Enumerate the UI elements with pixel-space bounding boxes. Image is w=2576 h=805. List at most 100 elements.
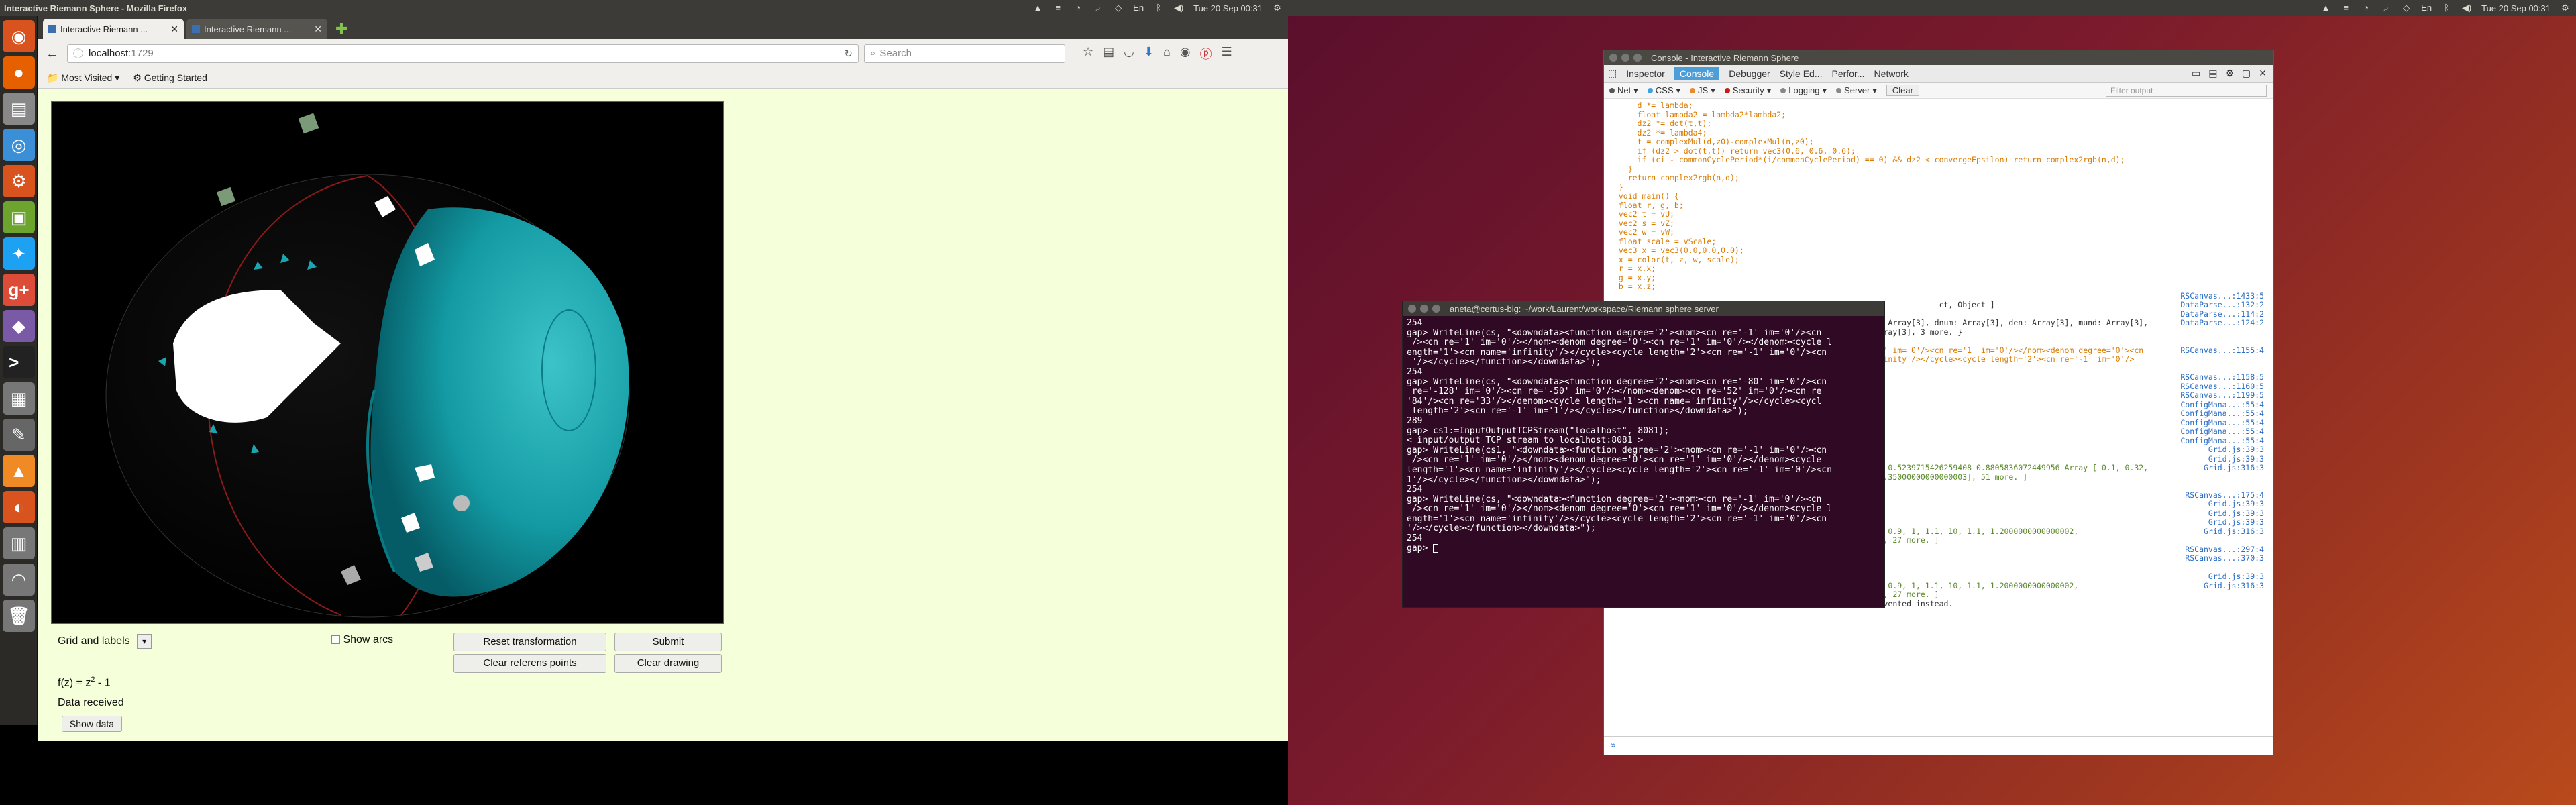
reading-list-icon[interactable]: ▤ (1103, 45, 1114, 62)
search-icon[interactable]: ⌕ (2381, 3, 2392, 13)
vlc-icon[interactable]: ▲ (2320, 3, 2331, 13)
twitter-icon[interactable]: ✦ (3, 237, 35, 270)
filter-js[interactable]: JS ▾ (1690, 85, 1715, 96)
console-source-link[interactable]: RSCanvas...:1155:4 (2180, 345, 2264, 356)
download-icon[interactable]: ⬇ (1144, 45, 1154, 62)
console-input[interactable]: » (1604, 736, 2273, 755)
files-icon[interactable]: ▤ (3, 93, 35, 125)
close-icon[interactable]: ✕ (2259, 68, 2267, 79)
dropbox-icon[interactable]: ◇ (2401, 3, 2412, 13)
chat-icon[interactable]: ◉ (1180, 45, 1191, 62)
console-source-link[interactable]: RSCanvas...:297:4 (2185, 545, 2264, 555)
submit-button[interactable]: Submit (614, 633, 722, 651)
ubuntu-one-icon[interactable]: ◐ (3, 491, 35, 523)
wifi-icon[interactable]: ◔ (2361, 3, 2371, 13)
clear-drawing-button[interactable]: Clear drawing (614, 654, 722, 673)
maximize-icon[interactable] (1432, 305, 1440, 313)
close-icon[interactable] (1408, 305, 1416, 313)
minimize-icon[interactable] (1621, 54, 1629, 62)
power-icon[interactable]: ⚙ (2560, 3, 2571, 13)
settings-icon[interactable]: ⚙ (2225, 68, 2234, 79)
tab-performance[interactable]: Perfor... (1832, 68, 1865, 79)
terminal-body[interactable]: 254 gap> WriteLine(cs, "<downdata><functi… (1403, 316, 1884, 556)
firefox-icon[interactable]: ● (3, 56, 35, 89)
dropbox-icon[interactable]: ◇ (1113, 3, 1124, 13)
show-data-button[interactable]: Show data (62, 716, 122, 732)
vlc-icon[interactable]: ▲ (1032, 3, 1043, 13)
filter-output-input[interactable]: Filter output (2106, 84, 2267, 97)
console-source-link[interactable]: RSCanvas...:1199:5 (2180, 390, 2264, 400)
tab-style-editor[interactable]: Style Ed... (1780, 68, 1823, 79)
grid-labels-select[interactable]: Grid and labels ▾ (58, 634, 152, 649)
console-source-link[interactable]: Grid.js:39:3 (2208, 445, 2264, 455)
tab-riemann-2[interactable]: Interactive Riemann ... ✕ (186, 19, 327, 39)
search-input[interactable]: ⌕ Search (864, 44, 1065, 63)
clock[interactable]: Tue 20 Sep 00:31 (2481, 3, 2551, 13)
home-icon[interactable]: ⌂ (1163, 45, 1171, 62)
text-editor-icon[interactable]: ✎ (3, 419, 35, 451)
console-source-link[interactable]: RSCanvas...:370:3 (2185, 553, 2264, 564)
google-plus-icon[interactable]: g+ (3, 274, 35, 306)
maximize-icon[interactable] (1633, 54, 1642, 62)
console-source-link[interactable]: DataParse...:114:2 (2180, 309, 2264, 319)
tab-debugger[interactable]: Debugger (1729, 68, 1770, 79)
bookmark-getting-started[interactable]: ⚙ Getting Started (133, 72, 207, 84)
chromium-icon[interactable]: ◎ (3, 129, 35, 161)
tab-riemann-1[interactable]: Interactive Riemann ... ✕ (43, 19, 184, 39)
minimize-icon[interactable] (1420, 305, 1428, 313)
riemann-sphere-canvas[interactable] (51, 101, 724, 624)
console-source-link[interactable]: ConfigMana...:55:4 (2180, 436, 2264, 446)
hamburger-menu-icon[interactable]: ☰ (1222, 45, 1232, 62)
new-tab-icon[interactable]: ✚ (330, 19, 353, 39)
volume-icon[interactable]: ◀) (1173, 3, 1184, 13)
network-icon[interactable]: ◠ (3, 564, 35, 596)
clear-button[interactable]: Clear (1886, 85, 1919, 96)
terminal-icon[interactable]: >_ (3, 346, 35, 378)
console-source-link[interactable]: Grid.js:39:3 (2208, 572, 2264, 582)
tab-console[interactable]: Console (1674, 66, 1720, 80)
console-source-link[interactable]: RSCanvas...:1433:5 (2180, 291, 2264, 301)
wifi-icon[interactable]: ◔ (1073, 3, 1083, 13)
info-icon[interactable]: ⓘ (73, 46, 83, 60)
filter-security[interactable]: Security ▾ (1724, 85, 1771, 96)
close-icon[interactable] (1609, 54, 1617, 62)
console-source-link[interactable]: Grid.js:39:3 (2208, 508, 2264, 519)
reference-point-cube[interactable] (298, 113, 319, 134)
search-icon[interactable]: ⌕ (1093, 3, 1104, 13)
split-console-icon[interactable]: ▭ (2192, 68, 2200, 79)
filter-logging[interactable]: Logging ▾ (1780, 85, 1827, 96)
pocket-icon[interactable]: ◡ (1124, 45, 1134, 62)
settings-icon[interactable]: ⚙ (3, 165, 35, 197)
clock[interactable]: Tue 20 Sep 00:31 (1193, 3, 1263, 13)
close-icon[interactable]: ✕ (170, 23, 178, 35)
console-source-link[interactable]: ConfigMana...:55:4 (2180, 427, 2264, 437)
app-icon[interactable]: ◆ (3, 310, 35, 342)
filter-css[interactable]: CSS ▾ (1647, 85, 1680, 96)
ubuntu-dash-icon[interactable]: ◉ (3, 20, 35, 52)
filter-net[interactable]: Net ▾ (1609, 85, 1638, 96)
power-icon[interactable]: ⚙ (1272, 3, 1283, 13)
console-source-link[interactable]: RSCanvas...:1158:5 (2180, 372, 2264, 382)
console-source-link[interactable]: RSCanvas...:175:4 (2185, 490, 2264, 500)
console-source-link[interactable]: DataParse...:124:2 (2180, 318, 2264, 328)
scratchpad-icon[interactable]: ▤ (2208, 68, 2217, 79)
back-icon[interactable]: ← (43, 44, 62, 63)
reference-point-cube[interactable] (216, 186, 236, 207)
bookmark-star-icon[interactable]: ☆ (1083, 45, 1093, 62)
tab-inspector[interactable]: Inspector (1626, 68, 1665, 79)
console-source-link[interactable]: RSCanvas...:1160:5 (2180, 382, 2264, 392)
checkbox-box[interactable] (331, 635, 340, 645)
files-green-icon[interactable]: ▣ (3, 201, 35, 233)
show-arcs-checkbox[interactable]: Show arcs (331, 634, 393, 646)
reset-transformation-button[interactable]: Reset transformation (453, 633, 606, 651)
bookmark-most-visited[interactable]: 📁 Most Visited ▾ (47, 72, 119, 84)
menu-icon[interactable]: ≡ (1053, 3, 1063, 13)
menu-icon[interactable]: ≡ (2341, 3, 2351, 13)
chevron-down-icon[interactable]: ▾ (137, 634, 152, 649)
tab-network[interactable]: Network (1874, 68, 1909, 79)
console-source-link[interactable]: Grid.js:316:3 (2204, 463, 2264, 473)
console-source-link[interactable]: Grid.js:39:3 (2208, 499, 2264, 509)
close-icon[interactable]: ✕ (314, 23, 322, 35)
trash-icon[interactable]: 🗑 (3, 600, 35, 632)
keyboard-icon[interactable]: En (2421, 3, 2432, 13)
